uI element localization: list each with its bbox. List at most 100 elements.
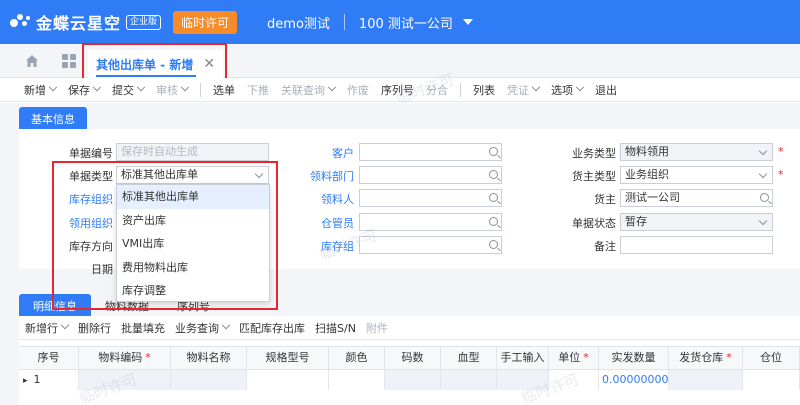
- chevron-down-icon[interactable]: [92, 82, 102, 91]
- owner-label: 货主: [594, 193, 616, 206]
- doc-status-value: 暂存: [625, 215, 647, 228]
- customer-input[interactable]: [359, 143, 502, 161]
- toolbar-button-2[interactable]: 提交: [112, 82, 146, 98]
- column-header-label: 手工输入: [500, 351, 545, 364]
- table-cell-5[interactable]: [385, 370, 441, 390]
- section-tab-basic-info[interactable]: 基本信息: [19, 107, 87, 131]
- toolbar-button-label: 选项: [551, 83, 573, 97]
- chevron-down-icon[interactable]: [60, 320, 70, 329]
- doc-status-select: 暂存: [620, 213, 773, 231]
- main-toolbar: 新增 保存 提交 审核 选单 下推 关联查询 作废 序列号 分合 列表 凭证 选项 退出: [0, 78, 800, 102]
- detail-toolbar-button-0[interactable]: 新增行: [25, 320, 70, 336]
- toolbar-button-7: 作废: [347, 82, 369, 98]
- column-header-6[interactable]: 血型: [441, 347, 497, 369]
- table-cell-6[interactable]: [441, 370, 497, 390]
- stock-group-input[interactable]: [359, 236, 502, 254]
- toolbar-button-9: 分合: [426, 82, 448, 98]
- column-header-2[interactable]: 物料名称: [171, 347, 247, 369]
- picker-input[interactable]: [359, 189, 502, 207]
- keeper-label[interactable]: 仓管员: [284, 215, 354, 231]
- toolbar-button-6: 关联查询: [281, 82, 337, 98]
- chevron-down-icon[interactable]: [575, 82, 585, 91]
- toolbar-button-8[interactable]: 序列号: [381, 82, 414, 98]
- remark-label: 备注: [594, 240, 616, 253]
- keeper-input[interactable]: [359, 213, 502, 231]
- table-cell-10[interactable]: [669, 370, 743, 390]
- column-header-0[interactable]: 序号: [19, 347, 79, 369]
- required-mark: *: [726, 351, 732, 364]
- toolbar-button-4[interactable]: 选单: [213, 82, 235, 98]
- chevron-down-icon: [531, 82, 541, 91]
- biz-type-value: 物料领用: [625, 145, 669, 158]
- stock-group-label[interactable]: 库存组: [284, 238, 354, 254]
- chevron-down-icon[interactable]: [758, 169, 768, 179]
- pick-dept-label[interactable]: 领料部门: [284, 168, 354, 184]
- chevron-down-icon[interactable]: [48, 82, 58, 91]
- toolbar-button-label: 凭证: [507, 83, 529, 97]
- biz-type-select[interactable]: 物料领用: [620, 143, 773, 161]
- toolbar-divider: [460, 82, 461, 97]
- remark-input[interactable]: [620, 236, 773, 254]
- toolbar-button-10[interactable]: 列表: [473, 82, 495, 98]
- owner-type-select[interactable]: 业务组织: [620, 166, 773, 184]
- column-header-5[interactable]: 码数: [385, 347, 441, 369]
- app-logo[interactable]: 金蝶云星空 企业版: [10, 10, 162, 34]
- column-header-8[interactable]: 单位 *: [549, 347, 599, 369]
- search-icon[interactable]: [489, 240, 498, 249]
- search-icon[interactable]: [489, 170, 498, 179]
- toolbar-button-13[interactable]: 退出: [595, 82, 617, 98]
- column-header-label: 规格型号: [265, 351, 310, 364]
- column-header-label: 序号: [37, 351, 60, 364]
- column-header-9[interactable]: 实发数量: [599, 347, 669, 369]
- detail-toolbar-button-5[interactable]: 扫描S/N: [315, 320, 356, 336]
- chevron-down-icon[interactable]: [136, 82, 146, 91]
- column-header-7[interactable]: 手工输入: [497, 347, 549, 369]
- column-header-label: 血型: [457, 351, 480, 364]
- customer-label[interactable]: 客户: [284, 145, 354, 161]
- home-icon[interactable]: [25, 54, 39, 68]
- chevron-down-icon[interactable]: [758, 146, 768, 156]
- detail-toolbar-button-4[interactable]: 匹配库存出库: [239, 320, 305, 336]
- table-cell-7[interactable]: [497, 370, 549, 390]
- pick-dept-input[interactable]: [359, 166, 502, 184]
- column-header-4[interactable]: 颜色: [329, 347, 385, 369]
- table-cell-4[interactable]: [329, 370, 385, 390]
- row-qty: 0.0000000000: [602, 373, 669, 386]
- detail-toolbar-button-1[interactable]: 删除行: [78, 320, 111, 336]
- chevron-down-icon[interactable]: [221, 320, 231, 329]
- search-icon[interactable]: [489, 147, 498, 156]
- detail-toolbar: 新增行 删除行 批量填充 业务查询 匹配库存出库 扫描S/N 附件: [19, 316, 800, 340]
- org-selector[interactable]: 100 测试一公司: [359, 13, 453, 32]
- table-cell-0[interactable]: ▸ 1: [19, 370, 79, 390]
- toolbar-button-0[interactable]: 新增: [24, 82, 58, 98]
- column-header-10[interactable]: 发货仓库 *: [669, 347, 743, 369]
- table-cell-2[interactable]: [171, 370, 247, 390]
- detail-toolbar-button-3[interactable]: 业务查询: [175, 320, 231, 336]
- column-header-label: 码数: [401, 351, 424, 364]
- column-header-11[interactable]: 仓位: [743, 347, 800, 369]
- table-cell-3[interactable]: [247, 370, 329, 390]
- table-cell-9[interactable]: 0.0000000000: [599, 370, 669, 390]
- toolbar-button-1[interactable]: 保存: [68, 82, 102, 98]
- toolbar-button-12[interactable]: 选项: [551, 82, 585, 98]
- detail-toolbar-button-2[interactable]: 批量填充: [121, 320, 165, 336]
- picker-label[interactable]: 领料人: [284, 191, 354, 207]
- license-button[interactable]: 临时许可: [173, 10, 238, 34]
- owner-value: 测试一公司: [625, 191, 680, 204]
- org-caret-icon[interactable]: [462, 19, 473, 25]
- table-row[interactable]: ▸1 0.0000000000: [19, 370, 800, 390]
- tenant-name[interactable]: demo测试: [267, 13, 330, 32]
- required-mark: *: [778, 145, 784, 158]
- search-icon[interactable]: [489, 193, 498, 202]
- doc-no-input[interactable]: 保存时自动生成: [116, 143, 269, 161]
- column-header-1[interactable]: 物料编码 *: [79, 347, 171, 369]
- search-icon[interactable]: [760, 193, 769, 202]
- column-header-3[interactable]: 规格型号: [247, 347, 329, 369]
- table-cell-8[interactable]: [549, 370, 599, 390]
- table-cell-11[interactable]: [743, 370, 800, 390]
- table-cell-1[interactable]: [79, 370, 171, 390]
- edition-badge: 企业版: [126, 14, 162, 30]
- search-icon[interactable]: [489, 217, 498, 226]
- owner-input[interactable]: 测试一公司: [620, 189, 773, 207]
- app-grid-icon[interactable]: [62, 54, 76, 68]
